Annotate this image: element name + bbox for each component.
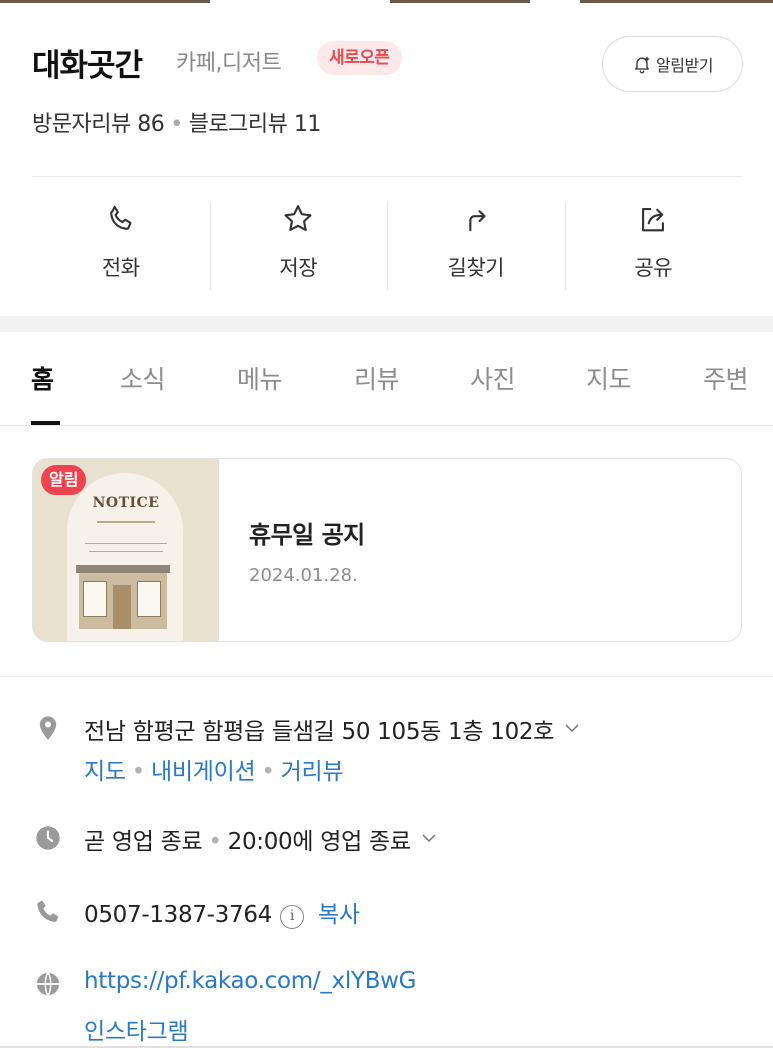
- location-pin-icon: [39, 716, 57, 740]
- address-text-line[interactable]: 전남 함평군 함평읍 들샘길 50 105동 1층 102호: [84, 712, 580, 746]
- save-button[interactable]: 저장: [209, 196, 388, 292]
- phone-text-line: 0507-1387-3764 i 복사: [84, 895, 360, 929]
- place-name: 대화곳간: [32, 48, 143, 84]
- instagram-label[interactable]: 인스타그램: [84, 1019, 189, 1045]
- star-icon: [284, 205, 312, 231]
- section-divider-band: [0, 316, 773, 332]
- notice-date: 2024.01.28.: [249, 565, 358, 586]
- save-label: 저장: [279, 256, 318, 280]
- address-links: 지도 • 내비게이션 • 거리뷰: [84, 759, 344, 785]
- action-bar: 전화 저장 길찾기 공유: [32, 196, 742, 292]
- call-label: 전화: [101, 256, 140, 280]
- tab-photos[interactable]: 사진: [470, 360, 516, 396]
- separator-dot: •: [170, 112, 183, 137]
- hours-text-line[interactable]: 곧 영업 종료 • 20:00에 영업 종료: [84, 822, 437, 856]
- clock-icon: [36, 826, 60, 850]
- visitor-review-link[interactable]: 방문자리뷰 86: [32, 112, 165, 137]
- blog-review-link[interactable]: 블로그리뷰 11: [189, 112, 322, 137]
- bell-plus-icon: [635, 56, 650, 74]
- divider: [0, 676, 773, 677]
- thumbnail-storefront: [76, 565, 170, 629]
- thumbnail-notice-word: NOTICE: [92, 495, 160, 511]
- info-icon[interactable]: i: [280, 905, 304, 929]
- tab-home[interactable]: 홈: [31, 360, 54, 396]
- tab-map[interactable]: 지도: [586, 360, 632, 396]
- thumbnail-text-line: [97, 521, 155, 523]
- notice-title: 휴무일 공지: [249, 521, 365, 549]
- chevron-down-icon[interactable]: [564, 720, 580, 736]
- streetview-link[interactable]: 거리뷰: [281, 759, 344, 785]
- tab-news[interactable]: 소식: [120, 360, 166, 396]
- place-category: 카페,디저트: [176, 51, 282, 76]
- share-button[interactable]: 공유: [564, 196, 743, 292]
- review-summary: 방문자리뷰 86 • 블로그리뷰 11: [32, 106, 321, 138]
- share-icon: [642, 208, 665, 232]
- directions-icon: [469, 210, 486, 232]
- divider: [32, 176, 743, 177]
- tab-bar: 홈 소식 메뉴 리뷰 사진 지도 주변: [0, 332, 773, 426]
- phone-icon: [37, 900, 59, 922]
- active-tab-indicator: [31, 421, 60, 425]
- new-open-badge: 새로오픈: [317, 41, 402, 75]
- thumbnail-text-line: [89, 551, 163, 552]
- notice-card[interactable]: NOTICE 알림 휴무일 공지 2024.01.28.: [32, 458, 742, 642]
- instagram-link[interactable]: 인스타그램: [84, 1012, 189, 1046]
- hours-detail: 20:00에 영업 종료: [227, 829, 411, 855]
- notice-badge: 알림: [41, 465, 87, 495]
- share-label: 공유: [634, 256, 673, 280]
- phone-icon: [109, 205, 132, 230]
- phone-number[interactable]: 0507-1387-3764: [84, 902, 272, 928]
- tab-menu[interactable]: 메뉴: [237, 360, 283, 396]
- hours-status: 곧 영업 종료: [84, 829, 203, 855]
- thumbnail-text-line: [85, 543, 167, 544]
- map-link[interactable]: 지도: [84, 759, 126, 785]
- tab-reviews[interactable]: 리뷰: [354, 360, 400, 396]
- address-text: 전남 함평군 함평읍 들샘길 50 105동 1층 102호: [84, 719, 555, 745]
- navigation-link[interactable]: 내비게이션: [151, 759, 256, 785]
- alarm-button-label: 알림받기: [656, 56, 713, 75]
- call-button[interactable]: 전화: [32, 196, 210, 292]
- chevron-down-icon[interactable]: [421, 830, 437, 846]
- directions-button[interactable]: 길찾기: [387, 196, 565, 292]
- place-header: 대화곳간 카페,디저트 새로오픈 알림받기: [32, 36, 743, 92]
- website-link[interactable]: https://pf.kakao.com/_xlYBwG: [84, 968, 417, 994]
- directions-label: 길찾기: [447, 256, 505, 280]
- tab-nearby[interactable]: 주변: [703, 360, 749, 396]
- notice-thumbnail: NOTICE 알림: [33, 459, 219, 641]
- copy-button[interactable]: 복사: [318, 902, 360, 928]
- top-photo-strip: [0, 0, 773, 4]
- globe-icon: [36, 972, 60, 996]
- website-url[interactable]: https://pf.kakao.com/_xlYBwG: [84, 968, 417, 994]
- alarm-button[interactable]: 알림받기: [602, 36, 743, 92]
